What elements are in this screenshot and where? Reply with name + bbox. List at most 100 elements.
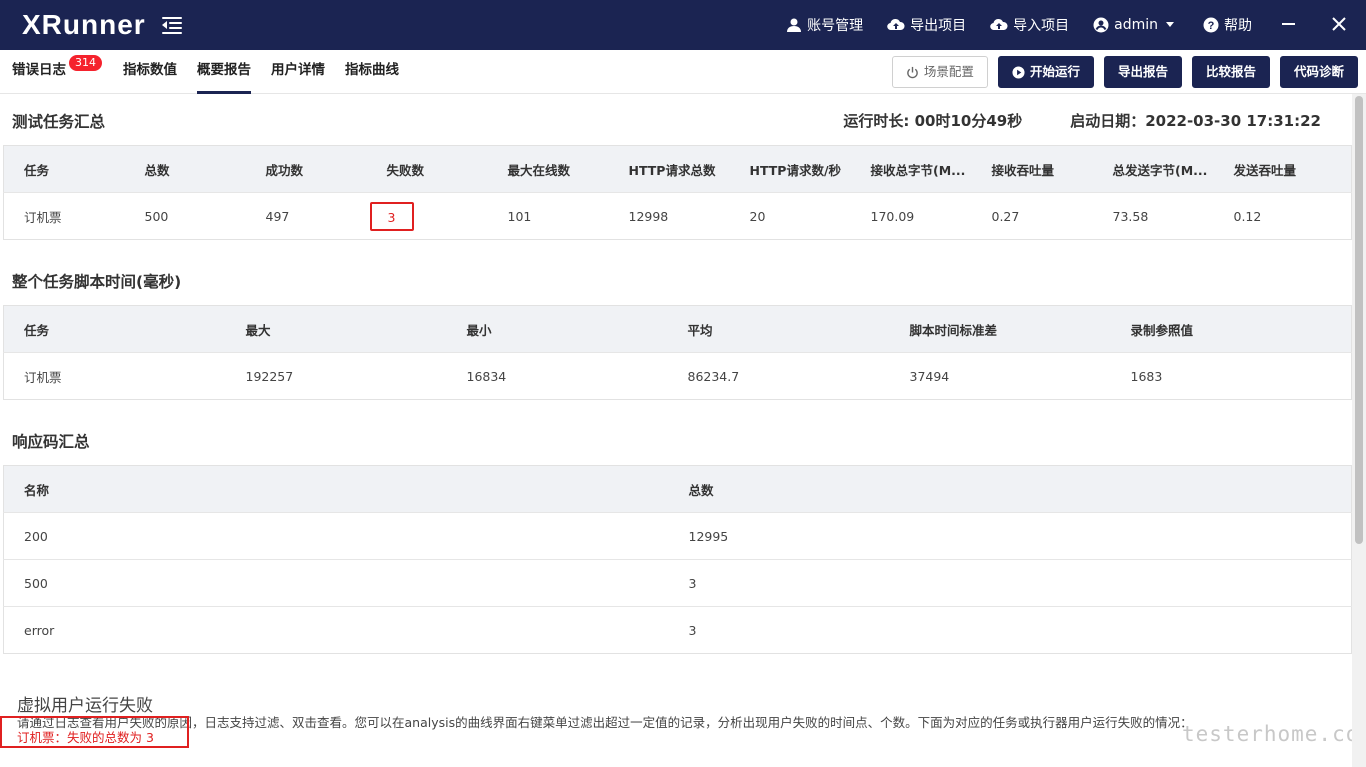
table-row[interactable]: 订机票 500 497 3 101 12998 20 170.09 0.27 7… [3,192,1352,240]
vu-failure-description: 请通过日志查看用户失败的原因，日志支持过滤、双击查看。您可以在analysis的… [17,715,1193,730]
table-cell: 0.27 [971,192,1093,240]
start-run-button[interactable]: 开始运行 [997,56,1094,88]
export-project-button[interactable]: 导出项目 [887,15,966,35]
table-cell: 12998 [608,192,730,240]
tab-metric-values[interactable]: 指标数值 [123,50,177,94]
admin-user-menu[interactable]: admin [1093,17,1179,33]
import-project-label: 导入项目 [1013,18,1070,34]
summary-table: 任务 总数 成功数 失败数 最大在线数 HTTP请求总数 HTTP请求数/秒 接… [3,145,1352,240]
export-project-label: 导出项目 [910,18,967,34]
svg-text:?: ? [1208,20,1215,32]
cloud-download-icon [990,18,1008,31]
app-logo: XRunner [22,9,146,40]
account-management-label: 账号管理 [807,18,864,34]
response-codes-section-title: 响应码汇总 [12,433,90,451]
vertical-scrollbar[interactable] [1352,94,1366,767]
column-header[interactable]: HTTP请求总数 [608,145,730,193]
table-cell: 1683 [1110,352,1352,400]
table-cell: 192257 [225,352,447,400]
table-cell: 170.09 [850,192,972,240]
account-circle-icon [1093,17,1109,33]
table-cell: 500 [3,559,669,607]
menu-toggle-icon[interactable] [162,16,182,34]
table-header-row: 任务 最大 最小 平均 脚本时间标准差 录制参照值 [3,305,1352,353]
import-project-button[interactable]: 导入项目 [990,15,1069,35]
table-cell: 86234.7 [667,352,890,400]
table-header-row: 名称 总数 [3,465,1352,513]
account-management-button[interactable]: 账号管理 [786,15,863,35]
column-header[interactable]: 接收吞吐量 [971,145,1093,193]
table-cell: error [3,606,669,654]
column-header[interactable]: 成功数 [245,145,367,193]
tab-user-details-label: 用户详情 [271,62,325,78]
admin-label: admin [1114,17,1158,33]
tab-metric-curves-label: 指标曲线 [345,62,399,78]
table-row[interactable]: 500 3 [3,559,1352,607]
tab-summary-report[interactable]: 概要报告 [197,50,251,94]
help-circle-icon: ? [1203,17,1219,33]
scrollbar-thumb[interactable] [1355,96,1363,544]
error-count-badge: 314 [68,54,103,72]
run-duration: 运行时长: 00时10分49秒 [843,112,1023,130]
column-header[interactable]: 最大在线数 [487,145,609,193]
table-cell: 订机票 [3,192,125,240]
minimize-icon[interactable] [1282,17,1298,33]
column-header[interactable]: 总数 [124,145,246,193]
column-header[interactable]: 最小 [446,305,668,353]
table-row[interactable]: error 3 [3,606,1352,654]
column-header[interactable]: HTTP请求数/秒 [729,145,851,193]
table-cell: 497 [245,192,367,240]
play-circle-icon [1012,65,1025,79]
summary-section-title: 测试任务汇总 [12,113,106,131]
table-cell-failures: 3 [366,192,488,240]
column-header[interactable]: 失败数 [366,145,488,193]
column-header[interactable]: 发送吞吐量 [1213,145,1352,193]
table-cell: 500 [124,192,246,240]
summary-meta: 运行时长: 00时10分49秒 启动日期：2022-03-30 17:31:22 [795,110,1321,131]
table-cell: 16834 [446,352,668,400]
column-header[interactable]: 平均 [667,305,890,353]
column-header[interactable]: 任务 [3,145,125,193]
help-label: 帮助 [1224,18,1252,34]
help-button[interactable]: ? 帮助 [1203,15,1252,35]
scene-config-button[interactable]: 场景配置 [891,56,988,88]
failure-count-highlight: 3 [369,201,414,231]
export-report-button[interactable]: 导出报告 [1103,56,1182,88]
column-header[interactable]: 总数 [668,465,1352,513]
tab-metric-curves[interactable]: 指标曲线 [345,50,399,94]
table-cell: 73.58 [1092,192,1214,240]
tab-error-log[interactable]: 错误日志 314 [12,50,103,94]
column-header[interactable]: 总发送字节(M... [1092,145,1214,193]
column-header[interactable]: 任务 [3,305,226,353]
code-diagnose-button[interactable]: 代码诊断 [1279,56,1358,88]
column-header[interactable]: 最大 [225,305,447,353]
column-header[interactable]: 脚本时间标准差 [889,305,1111,353]
tab-metric-values-label: 指标数值 [123,62,177,78]
table-cell: 200 [3,512,669,560]
column-header[interactable]: 名称 [3,465,669,513]
table-row[interactable]: 200 12995 [3,512,1352,560]
tab-user-details[interactable]: 用户详情 [271,50,325,94]
table-header-row: 任务 总数 成功数 失败数 最大在线数 HTTP请求总数 HTTP请求数/秒 接… [3,145,1352,193]
table-cell: 3 [668,559,1352,607]
table-cell: 3 [668,606,1352,654]
cloud-upload-icon [887,18,905,31]
caret-down-icon [1166,22,1174,27]
start-run-label: 开始运行 [1029,64,1080,79]
table-cell: 101 [487,192,609,240]
table-row[interactable]: 订机票 192257 16834 86234.7 37494 1683 [3,352,1352,400]
tabs-bar: 错误日志 314 指标数值 概要报告 用户详情 指标曲线 场景配置 开始运行 导出… [0,50,1366,94]
tab-summary-report-label: 概要报告 [197,62,251,78]
table-cell: 12995 [668,512,1352,560]
close-icon[interactable] [1332,17,1348,33]
vu-failure-highlight: 订机票：失败的总数为 3 [0,716,189,748]
table-cell: 37494 [889,352,1111,400]
script-time-table: 任务 最大 最小 平均 脚本时间标准差 录制参照值 订机票 192257 168… [3,305,1352,400]
start-date: 启动日期：2022-03-30 17:31:22 [1070,112,1321,130]
table-cell: 20 [729,192,851,240]
column-header[interactable]: 录制参照值 [1110,305,1352,353]
compare-report-button[interactable]: 比较报告 [1191,56,1270,88]
column-header[interactable]: 接收总字节(M... [850,145,972,193]
user-icon [787,18,802,32]
table-cell: 订机票 [3,352,226,400]
